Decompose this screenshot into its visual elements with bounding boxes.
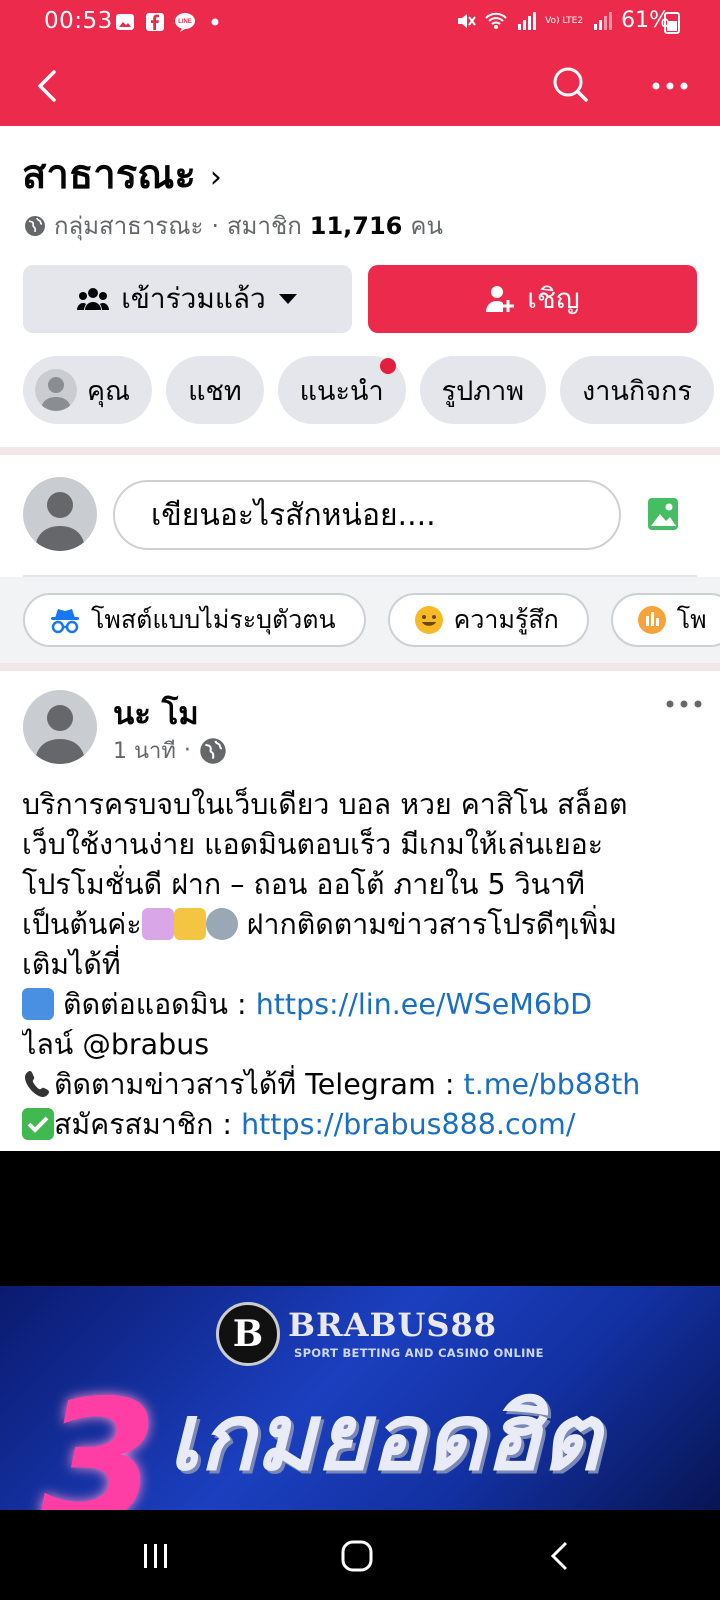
tab-label: คุณ <box>87 375 131 407</box>
group-meta: กลุ่มสาธารณะ · สมาชิก 11,716 คน <box>24 206 443 245</box>
system-nav-bar <box>0 1510 720 1600</box>
post-line: ติดตามข่าวสารได้ที่ Telegram : t.me/bb88… <box>22 1065 712 1105</box>
poll-chip[interactable]: โพ <box>610 593 720 647</box>
group-name-text: สาธารณะ <box>22 152 196 198</box>
add-person-icon <box>486 286 515 312</box>
more-notifications-dot-icon <box>211 18 219 26</box>
brand-name: BRABUS88 <box>288 1306 498 1344</box>
tab-label: แชท <box>188 375 242 407</box>
contact-link[interactable]: https://lin.ee/WSeM6bD <box>256 988 592 1021</box>
post-author[interactable]: นะ โม <box>113 688 199 738</box>
group-tabs: คุณ แชท แนะนำ รูปภาพ งานกิจกร <box>23 356 714 424</box>
post-line: โปรโมชั่นดี ฝาก – ถอน ออโต้ ภายใน 5 วินา… <box>22 868 585 901</box>
more-horizontal-icon[interactable] <box>664 697 704 711</box>
member-prefix: สมาชิก <box>227 212 302 240</box>
app-bar <box>0 46 720 126</box>
chip-label: โพ <box>676 605 707 634</box>
speaker-emoji-icon <box>205 908 238 940</box>
group-privacy: กลุ่มสาธารณะ <box>54 212 204 240</box>
joined-label: เข้าร่วมแล้ว <box>121 282 266 315</box>
chip-label: ความรู้สึก <box>453 605 559 634</box>
mobile-phone-arrow-emoji-icon <box>22 988 54 1020</box>
wifi-icon <box>485 12 507 29</box>
photo-icon[interactable] <box>646 496 680 532</box>
chip-label: โพสต์แบบไม่ระบุตัวตน <box>91 605 336 634</box>
post-line: ไลน์ @brabus <box>22 1028 210 1061</box>
battery-percent: 61% <box>621 8 670 33</box>
brand-logo: B <box>216 1302 280 1366</box>
recent-apps-icon[interactable] <box>140 1540 172 1572</box>
more-horizontal-icon[interactable] <box>650 76 690 96</box>
status-time: 00:53 <box>44 8 113 34</box>
post-line: เป็นต้นค่ะ ฝากติดตามข่าวสารโปรดีๆเพิ่ม <box>22 908 618 941</box>
status-bar: 00:53 LINE Vo) LTE2 61% <box>0 0 720 46</box>
tab-featured[interactable]: แนะนำ <box>277 356 406 424</box>
group-members-icon <box>77 288 110 310</box>
check-mark-emoji-icon <box>22 1108 54 1140</box>
globe-icon <box>200 737 226 764</box>
caret-down-icon <box>278 294 297 304</box>
post-line: เว็บใช้งานง่าย แอดมินตอบเร็ว มีเกมให้เล่… <box>22 828 604 861</box>
notification-dot <box>379 358 396 374</box>
post-line: บริการครบจบในเว็บเดียว บอล หวย คาสิโน สล… <box>22 788 628 821</box>
tab-photos[interactable]: รูปภาพ <box>419 356 547 424</box>
composer-chips: โพสต์แบบไม่ระบุตัวตน ความรู้สึก โพ <box>23 593 720 647</box>
woman-bowing-emoji-icon <box>141 908 174 940</box>
incognito-icon <box>51 609 79 634</box>
network-label: Vo) LTE2 <box>545 15 584 26</box>
telegram-link[interactable]: t.me/bb88th <box>464 1068 641 1101</box>
group-name[interactable]: สาธารณะ › <box>22 142 222 206</box>
composer-placeholder: เขียนอะไรสักหน่อย.... <box>151 497 436 533</box>
mute-icon <box>458 13 476 28</box>
section-divider <box>0 447 720 455</box>
post-meta: 1 นาที · <box>113 733 227 768</box>
folded-hands-emoji-icon <box>173 908 206 940</box>
anonymous-post-chip[interactable]: โพสต์แบบไม่ระบุตัวตน <box>23 593 366 647</box>
tab-events[interactable]: งานกิจกร <box>560 356 714 424</box>
avatar[interactable] <box>23 477 97 551</box>
member-suffix: คน <box>410 212 443 240</box>
joined-button[interactable]: เข้าร่วมแล้ว <box>23 265 352 333</box>
avatar[interactable] <box>23 690 97 764</box>
post-time: 1 นาที <box>113 739 176 764</box>
tab-chat[interactable]: แชท <box>166 356 264 424</box>
arrow-left-icon[interactable] <box>28 66 68 106</box>
chevron-right-icon: › <box>209 159 222 195</box>
line-notification-icon: LINE <box>175 13 195 32</box>
back-icon[interactable] <box>548 1540 572 1572</box>
brand-tagline: SPORT BETTING AND CASINO ONLINE <box>294 1346 544 1360</box>
post-body: บริการครบจบในเว็บเดียว บอล หวย คาสิโน สล… <box>22 785 712 1145</box>
signal-icon-2 <box>594 11 613 30</box>
battery-icon <box>664 12 680 34</box>
tab-label: รูปภาพ <box>441 375 525 407</box>
smiley-icon <box>414 606 443 634</box>
feeling-chip[interactable]: ความรู้สึก <box>387 593 589 647</box>
register-link[interactable]: https://brabus888.com/ <box>241 1108 575 1141</box>
gallery-notification-icon <box>116 14 134 30</box>
member-count: 11,716 <box>309 211 403 240</box>
facebook-notification-icon <box>146 13 164 31</box>
avatar <box>35 369 77 411</box>
banner-headline: เกมยอดฮิต <box>168 1384 601 1491</box>
telephone-emoji-icon <box>22 1068 54 1100</box>
tab-you[interactable]: คุณ <box>23 356 153 424</box>
tab-label: งานกิจกร <box>582 375 692 407</box>
tab-label: แนะนำ <box>299 375 384 407</box>
section-divider <box>0 663 720 671</box>
post-line: สมัครสมาชิก : https://brabus888.com/ <box>22 1105 712 1145</box>
media-letterbox <box>0 1151 720 1286</box>
signal-icon <box>518 11 537 30</box>
home-icon[interactable] <box>340 1540 374 1572</box>
svg-text:LINE: LINE <box>178 19 192 25</box>
banner-number: 3 <box>40 1364 159 1510</box>
poll-icon <box>637 606 666 634</box>
post-line: ติดต่อแอดมิน : https://lin.ee/WSeM6bD <box>22 985 712 1025</box>
invite-button[interactable]: เชิญ <box>368 265 697 333</box>
composer-input[interactable]: เขียนอะไรสักหน่อย.... <box>113 480 621 550</box>
invite-label: เชิญ <box>527 282 580 315</box>
post-image[interactable]: B BRABUS88 SPORT BETTING AND CASINO ONLI… <box>0 1286 720 1510</box>
post-line: เติมได้ที่ <box>22 948 121 981</box>
search-icon[interactable] <box>550 64 590 104</box>
globe-icon <box>25 215 45 236</box>
